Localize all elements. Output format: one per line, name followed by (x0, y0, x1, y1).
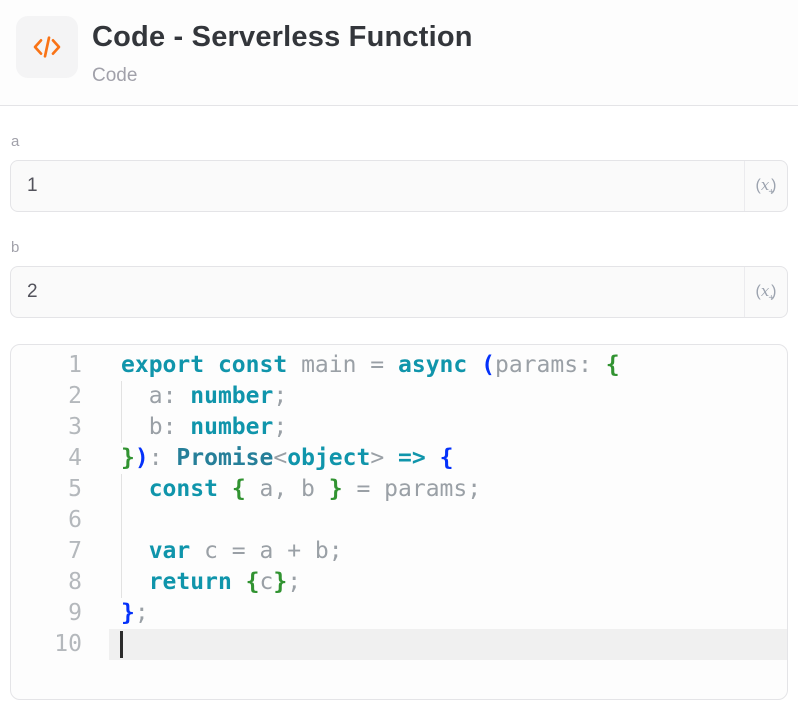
indent-guide (121, 536, 122, 567)
field-b-label: b (10, 239, 788, 256)
code-line[interactable]: 3 b: number; (11, 412, 787, 443)
indent-guide (121, 381, 122, 412)
fields-section: a (x+) b (x+) (0, 133, 798, 318)
code-line-content[interactable]: export const main = async (params: { (109, 350, 787, 381)
field-b-input[interactable] (11, 267, 744, 317)
line-number: 7 (11, 536, 109, 567)
line-number: 9 (11, 598, 109, 629)
field-a-input-row: (x+) (10, 160, 788, 212)
indent-guide (121, 474, 122, 505)
code-line-content[interactable]: var c = a + b; (109, 536, 787, 567)
code-line-content[interactable]: return {c}; (109, 567, 787, 598)
insert-variable-icon: (x+) (756, 178, 777, 194)
code-line-content[interactable]: }; (109, 598, 787, 629)
line-number: 6 (11, 505, 109, 536)
field-b-insert-variable-button[interactable]: (x+) (744, 267, 787, 317)
code-lines: 1export const main = async (params: {2 a… (11, 350, 787, 660)
indent-guide (121, 505, 122, 536)
code-line[interactable]: 5 const { a, b } = params; (11, 474, 787, 505)
panel-header: Code - Serverless Function Code (0, 0, 798, 105)
line-number: 5 (11, 474, 109, 505)
code-line-content[interactable]: }): Promise<object> => { (109, 443, 787, 474)
field-b: b (x+) (10, 239, 788, 318)
field-a-insert-variable-button[interactable]: (x+) (744, 161, 787, 211)
code-line-content[interactable] (109, 505, 787, 536)
code-line[interactable]: 4}): Promise<object> => { (11, 443, 787, 474)
code-line[interactable]: 8 return {c}; (11, 567, 787, 598)
field-a: a (x+) (10, 133, 788, 212)
code-line[interactable]: 10 (11, 629, 787, 660)
line-number: 2 (11, 381, 109, 412)
line-number: 8 (11, 567, 109, 598)
page-subtitle: Code (92, 65, 473, 87)
text-cursor (120, 631, 123, 658)
code-icon (16, 16, 78, 78)
field-a-label: a (10, 133, 788, 150)
code-line[interactable]: 2 a: number; (11, 381, 787, 412)
code-line-content[interactable]: const { a, b } = params; (109, 474, 787, 505)
code-line-content[interactable] (109, 629, 787, 660)
code-line[interactable]: 7 var c = a + b; (11, 536, 787, 567)
insert-variable-icon: (x+) (756, 284, 777, 300)
line-number: 10 (11, 629, 109, 660)
code-line-content[interactable]: b: number; (109, 412, 787, 443)
page-title: Code - Serverless Function (92, 19, 473, 55)
code-line[interactable]: 9}; (11, 598, 787, 629)
indent-guide (121, 567, 122, 598)
code-line[interactable]: 1export const main = async (params: { (11, 350, 787, 381)
code-line[interactable]: 6 (11, 505, 787, 536)
code-editor[interactable]: 1export const main = async (params: {2 a… (10, 344, 788, 700)
indent-guide (121, 412, 122, 443)
line-number: 3 (11, 412, 109, 443)
line-number: 4 (11, 443, 109, 474)
field-b-input-row: (x+) (10, 266, 788, 318)
line-number: 1 (11, 350, 109, 381)
header-divider (0, 105, 798, 106)
field-a-input[interactable] (11, 161, 744, 211)
code-line-content[interactable]: a: number; (109, 381, 787, 412)
